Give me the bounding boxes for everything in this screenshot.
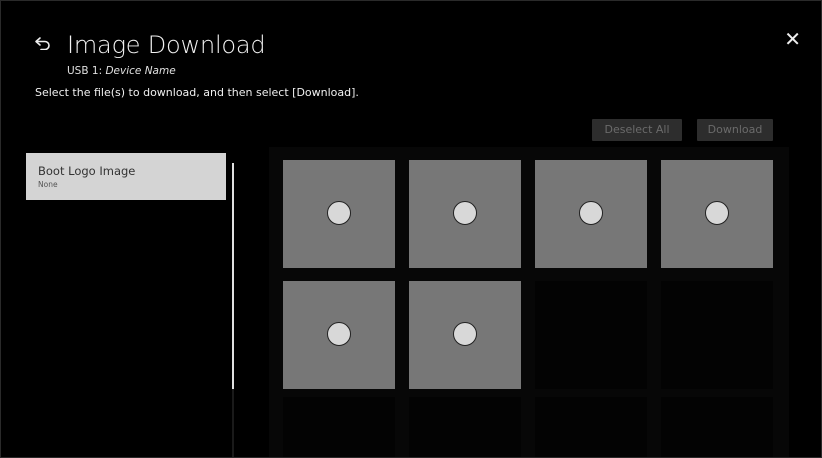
select-radio[interactable] bbox=[453, 322, 477, 346]
image-tile[interactable] bbox=[283, 160, 395, 268]
back-icon[interactable] bbox=[34, 36, 52, 50]
sidebar-item-boot-logo-image[interactable]: Boot Logo Image None bbox=[26, 153, 226, 200]
select-radio[interactable] bbox=[579, 201, 603, 225]
select-radio[interactable] bbox=[327, 322, 351, 346]
empty-tile bbox=[661, 397, 773, 457]
image-tile[interactable] bbox=[409, 160, 521, 268]
sidebar-item-label: Boot Logo Image bbox=[38, 164, 136, 178]
source-prefix: USB 1: bbox=[67, 65, 106, 77]
page-title: Image Download bbox=[67, 31, 266, 59]
image-tile[interactable] bbox=[283, 281, 395, 389]
image-tile[interactable] bbox=[535, 160, 647, 268]
empty-tile bbox=[535, 281, 647, 389]
select-radio[interactable] bbox=[453, 201, 477, 225]
app-screen: Image Download USB 1: Device Name Select… bbox=[0, 0, 822, 458]
sidebar-item-value: None bbox=[38, 180, 58, 189]
empty-tile bbox=[283, 397, 395, 457]
empty-tile bbox=[409, 397, 521, 457]
download-button[interactable]: Download bbox=[697, 119, 773, 141]
image-tile[interactable] bbox=[661, 160, 773, 268]
deselect-all-button[interactable]: Deselect All bbox=[592, 119, 682, 141]
source-label: USB 1: Device Name bbox=[67, 65, 176, 77]
device-name: Device Name bbox=[105, 65, 176, 77]
instruction-text: Select the file(s) to download, and then… bbox=[35, 86, 359, 99]
scrollbar-thumb[interactable] bbox=[232, 163, 234, 389]
close-icon[interactable]: ✕ bbox=[784, 29, 801, 49]
select-radio[interactable] bbox=[327, 201, 351, 225]
select-radio[interactable] bbox=[705, 201, 729, 225]
empty-tile bbox=[535, 397, 647, 457]
empty-tile bbox=[661, 281, 773, 389]
image-tile[interactable] bbox=[409, 281, 521, 389]
